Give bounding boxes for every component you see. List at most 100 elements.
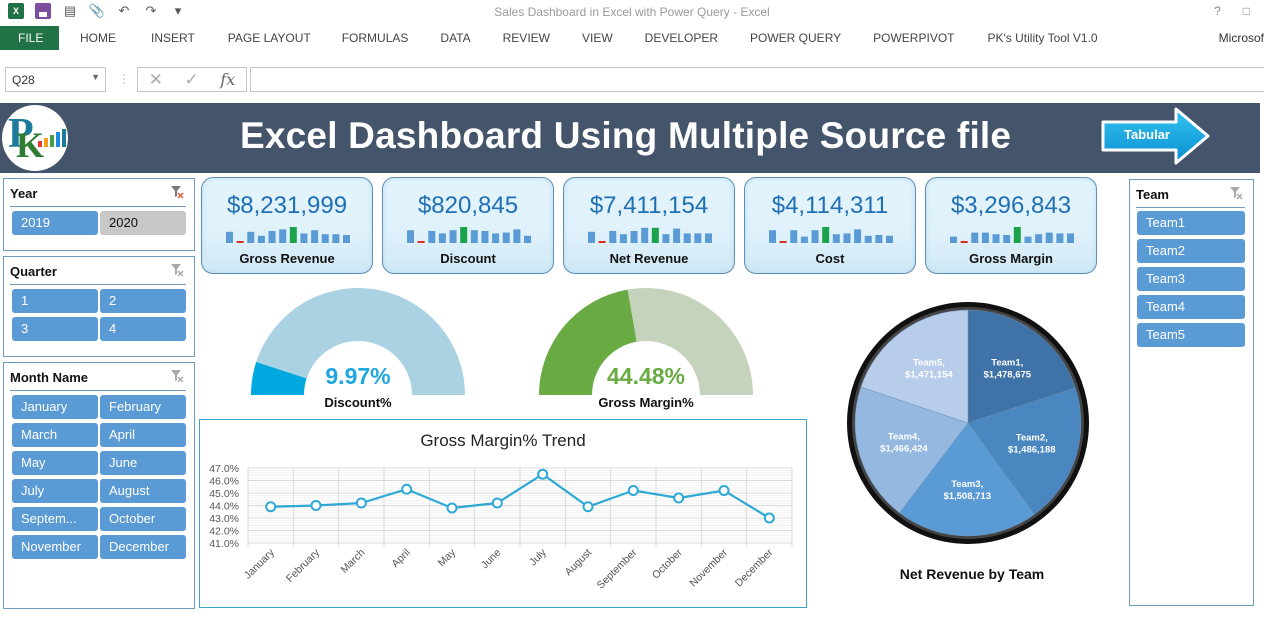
kpi-card-net-revenue: $7,411,154 Net Revenue	[563, 177, 735, 274]
clear-filter-icon[interactable]	[170, 185, 184, 199]
slicer-item-october[interactable]: October	[100, 507, 186, 531]
slicer-item-2019[interactable]: 2019	[12, 211, 98, 235]
gauge-discount: 9.97% Discount%	[250, 287, 466, 413]
dashboard-title: Excel Dashboard Using Multiple Source fi…	[240, 115, 1012, 156]
slicer-item-may[interactable]: May	[12, 451, 98, 475]
logo-bars-icon	[38, 129, 66, 147]
data-point-february	[310, 500, 322, 511]
slicer-title: Month Name	[10, 370, 88, 385]
cancel-icon[interactable]: ✕	[149, 70, 163, 90]
sparkline-bar	[428, 231, 436, 243]
sparkline-bar	[683, 233, 691, 243]
sparkline-bar	[971, 232, 979, 243]
slicer-item-team3[interactable]: Team3	[1137, 267, 1245, 291]
account-name[interactable]: Microsof	[1219, 31, 1264, 45]
slicer-item-team5[interactable]: Team5	[1137, 323, 1245, 347]
ribbon-tab-file[interactable]: FILE	[0, 26, 59, 50]
separator-icon: ⋮	[118, 72, 130, 86]
ribbon-tab-powerpivot[interactable]: POWERPIVOT	[857, 26, 970, 50]
restore-icon[interactable]: □	[1243, 4, 1250, 18]
sparkline-bar	[226, 231, 233, 243]
insert-function-icon[interactable]: fx	[220, 70, 235, 89]
slicer-item-february[interactable]: February	[100, 395, 186, 419]
slicer-item-december[interactable]: December	[100, 535, 186, 559]
sparkline-bar	[311, 230, 319, 243]
sparkline-bar	[641, 227, 649, 243]
clear-filter-icon[interactable]	[1229, 186, 1243, 200]
slicer-item-april[interactable]: April	[100, 423, 186, 447]
slicer-item-july[interactable]: July	[12, 479, 98, 503]
gauge-value: 44.48%	[606, 363, 685, 389]
y-tick-label: 42.0%	[209, 526, 239, 538]
ribbon-tab-review[interactable]: REVIEW	[487, 26, 566, 50]
x-tick-label: June	[479, 547, 504, 572]
kpi-sparkline	[769, 227, 893, 243]
ribbon-tab-page-layout[interactable]: PAGE LAYOUT	[213, 26, 326, 50]
ribbon-tab-pk-s-utility-tool-v1-0[interactable]: PK's Utility Tool V1.0	[970, 26, 1114, 50]
slicer-item-1[interactable]: 1	[12, 289, 98, 313]
pie-label-value: $1,508,713	[943, 491, 991, 502]
data-point-october	[673, 492, 685, 504]
kpi-card-gross-margin: $3,296,843 Gross Margin	[925, 177, 1097, 274]
tabular-button[interactable]: Tabular	[1100, 107, 1212, 165]
slicer-month-name: Month Name January February March April May J…	[3, 362, 195, 609]
sparkline-bar	[1067, 233, 1074, 243]
sparkline-min-marker	[417, 241, 425, 243]
chevron-down-icon[interactable]: ▼	[91, 72, 100, 82]
slicer-item-4[interactable]: 4	[100, 317, 186, 341]
sparkline-bar	[875, 235, 883, 243]
pie-label-team: Team3,	[951, 479, 983, 490]
sparkline-min-marker	[598, 241, 606, 243]
slicer-item-march[interactable]: March	[12, 423, 98, 447]
sparkline-bar	[300, 233, 308, 243]
data-point-november	[718, 485, 730, 496]
slicer-item-team1[interactable]: Team1	[1137, 211, 1245, 235]
slicer-item-team2[interactable]: Team2	[1137, 239, 1245, 263]
gauge-label: Discount%	[324, 395, 392, 410]
ribbon-tabs: FILE HOME INSERT PAGE LAYOUT FORMULAS DATA REV…	[0, 26, 1264, 50]
formula-input[interactable]	[250, 67, 1264, 92]
clear-filter-icon[interactable]	[170, 263, 184, 277]
sparkline-bar	[854, 229, 862, 243]
ribbon-tab-data[interactable]: DATA	[424, 26, 486, 50]
ribbon-tab-formulas[interactable]: FORMULAS	[326, 26, 425, 50]
slicer-item-november[interactable]: November	[12, 535, 98, 559]
sparkline-bar	[588, 231, 595, 243]
sparkline-bar	[481, 231, 489, 243]
kpi-value: $3,296,843	[950, 192, 1072, 219]
slicer-item-2[interactable]: 2	[100, 289, 186, 313]
kpi-card-discount: $820,845 Discount	[382, 177, 554, 274]
kpi-label: Discount	[440, 251, 496, 266]
slicer-item-septem-[interactable]: Septem...	[12, 507, 98, 531]
slicer-item-january[interactable]: January	[12, 395, 98, 419]
sparkline-bar	[513, 229, 521, 243]
ribbon-tab-insert[interactable]: INSERT	[133, 26, 213, 50]
y-tick-label: 47.0%	[209, 463, 239, 475]
ribbon-tab-power-query[interactable]: POWER QUERY	[734, 26, 857, 50]
slicer-item-2020[interactable]: 2020	[100, 211, 186, 235]
gauge-label: Gross Margin%	[598, 395, 694, 410]
clear-filter-icon[interactable]	[170, 369, 184, 383]
sparkline-bar	[449, 230, 457, 243]
data-point-june	[491, 497, 503, 509]
sparkline-bar	[673, 228, 681, 243]
sparkline-bar	[843, 233, 851, 243]
slicer-item-team4[interactable]: Team4	[1137, 295, 1245, 319]
y-tick-label: 46.0%	[209, 476, 239, 488]
help-icon[interactable]: ?	[1214, 4, 1221, 18]
data-point-march	[355, 497, 367, 509]
sparkline-bar	[992, 234, 1000, 243]
ribbon-tab-developer[interactable]: DEVELOPER	[629, 26, 734, 50]
gross-margin-trend-chart: Gross Margin% Trend 47.0% 46.0% 45.0% 44.0%…	[199, 419, 807, 608]
slicer-item-june[interactable]: June	[100, 451, 186, 475]
enter-icon[interactable]: ✓	[185, 70, 199, 90]
name-box[interactable]: Q28 ▼	[5, 67, 106, 92]
x-tick-label: October	[650, 546, 685, 581]
ribbon-tab-view[interactable]: VIEW	[566, 26, 629, 50]
slicer-item-3[interactable]: 3	[12, 317, 98, 341]
slicer-title: Quarter	[10, 264, 57, 279]
ribbon-tab-home[interactable]: HOME	[63, 26, 133, 50]
kpi-value: $4,114,311	[771, 192, 889, 219]
slicer-item-august[interactable]: August	[100, 479, 186, 503]
dashboard-banner: P K Excel Dashboard Using Multiple Sourc…	[0, 103, 1260, 173]
